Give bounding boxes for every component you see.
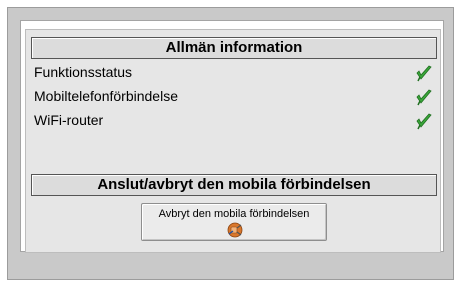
- disconnect-mobile-button[interactable]: Avbryt den mobila förbindelsen: [141, 203, 327, 241]
- status-row-wifi: WiFi-router: [32, 110, 437, 132]
- status-row-label: Funktionsstatus: [34, 64, 133, 80]
- green-check-icon: [416, 113, 432, 130]
- status-row-mobile: Mobiltelefonförbindelse: [32, 86, 437, 108]
- connection-header: Anslut/avbryt den mobila förbindelsen: [31, 174, 437, 196]
- status-row-label: Mobiltelefonförbindelse: [34, 88, 178, 104]
- status-row-label: WiFi-router: [34, 112, 104, 128]
- green-check-icon: [416, 89, 432, 106]
- green-check-icon: [416, 65, 432, 82]
- status-row-function: Funktionsstatus: [32, 62, 437, 84]
- disconnect-button-label: Avbryt den mobila förbindelsen: [158, 208, 310, 220]
- disconnect-plug-icon: [227, 222, 243, 238]
- general-info-header: Allmän information: [31, 37, 437, 59]
